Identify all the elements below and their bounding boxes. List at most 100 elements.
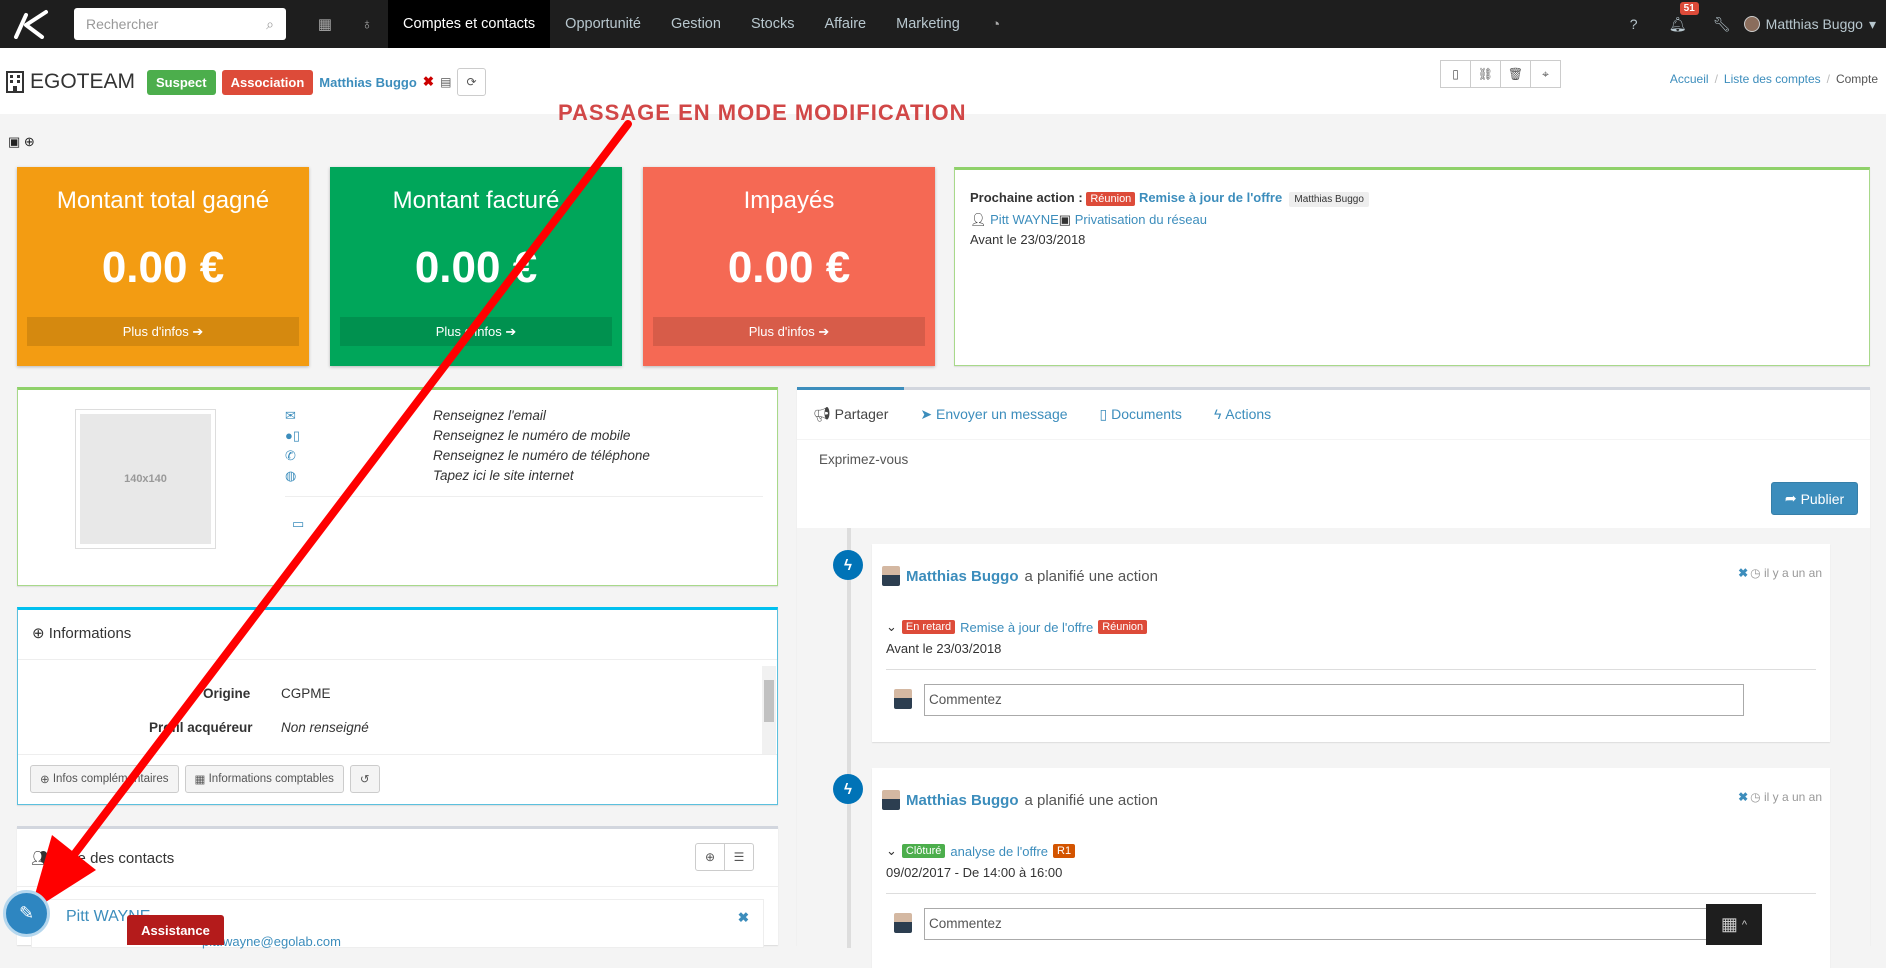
nav-affaire[interactable]: Affaire xyxy=(809,0,881,48)
email-field[interactable]: Renseignez l'email xyxy=(433,408,546,423)
assistance-button[interactable]: Assistance xyxy=(127,915,224,945)
tab-documents[interactable]: ▯ Documents xyxy=(1084,390,1198,438)
link-icon[interactable]: ⛓ xyxy=(1470,60,1501,88)
nav-opportunite[interactable]: Opportunité xyxy=(550,0,656,48)
more-info-link[interactable]: Plus d'infos ➔ xyxy=(653,317,925,346)
share-input[interactable]: Exprimez-vous xyxy=(819,452,908,467)
comment-input[interactable]: Commentez xyxy=(924,908,1744,940)
more-info-link[interactable]: Plus d'infos ➔ xyxy=(27,317,299,346)
tab-partager[interactable]: 📢︎ Partager xyxy=(797,387,905,438)
list-view-button[interactable]: ☰ xyxy=(724,843,754,871)
nav-marketing[interactable]: Marketing xyxy=(881,0,975,48)
info-value[interactable]: Non renseigné xyxy=(281,720,369,735)
envelope-icon: ✉ xyxy=(285,408,296,423)
author-link[interactable]: Matthias Buggo xyxy=(906,792,1019,809)
app-logo[interactable] xyxy=(0,0,62,48)
chevron-down-icon[interactable]: ⌄ xyxy=(886,619,897,635)
address-card-icon[interactable]: ▭ xyxy=(292,516,304,532)
calendar-icon[interactable]: ▦ xyxy=(304,0,346,48)
breadcrumb-list[interactable]: Liste des comptes xyxy=(1724,72,1821,86)
next-action-link[interactable]: Remise à jour de l'offre xyxy=(1139,190,1282,205)
avatar xyxy=(1743,16,1760,32)
mobile-field[interactable]: Renseignez le numéro de mobile xyxy=(433,428,630,443)
owner-tag: Matthias Buggo xyxy=(1289,192,1369,207)
clock-icon: ◷ xyxy=(1750,566,1761,580)
info-value[interactable]: CGPME xyxy=(281,686,331,701)
timeline: ϟ Matthias Buggo a planifié une action ✖ ◷… xyxy=(797,528,1870,968)
phone-field[interactable]: Renseignez le numéro de téléphone xyxy=(433,448,650,463)
history-button[interactable]: ↺ xyxy=(349,765,380,793)
add-contact-button[interactable]: ⊕ xyxy=(695,843,725,871)
remove-owner-icon[interactable]: ✖ xyxy=(423,74,434,90)
comment-input[interactable]: Commentez xyxy=(924,684,1744,716)
chevron-down-icon[interactable]: ⌄ xyxy=(886,843,897,859)
search-input[interactable]: Rechercher ⌕ xyxy=(74,8,286,40)
timeline-item: Matthias Buggo a planifié une action ✖ ◷ i… xyxy=(872,544,1830,742)
delete-icon[interactable]: ✖ xyxy=(1738,790,1748,804)
calendar-widget-button[interactable]: ▦ ^ xyxy=(1706,904,1762,945)
bolt-icon: ϟ xyxy=(833,774,863,804)
author-link[interactable]: Matthias Buggo xyxy=(906,568,1019,585)
nav-stocks[interactable]: Stocks xyxy=(736,0,810,48)
tile-value: 0.00 € xyxy=(414,243,538,292)
nav-gestion[interactable]: Gestion xyxy=(656,0,736,48)
map-marker-icon[interactable]: ⌖ xyxy=(1530,60,1561,88)
type-label[interactable]: Association xyxy=(221,69,314,95)
clock-icon: ◷ xyxy=(1750,790,1761,804)
avatar xyxy=(894,689,912,709)
top-navbar: Rechercher ⌕ ▦ ♁ Comptes et contacts Opp… xyxy=(0,0,1886,48)
breadcrumb: Accueil / Liste des comptes / Compte xyxy=(1669,72,1878,86)
archive-icon[interactable]: ▤ xyxy=(440,75,451,89)
accounting-info-button[interactable]: ▦ Informations comptables xyxy=(184,765,344,793)
refresh-button[interactable]: ⟳ xyxy=(457,68,486,96)
action-link[interactable]: analyse de l'offre xyxy=(950,844,1048,859)
bolt-icon: ϟ xyxy=(833,550,863,580)
dashboard-icon[interactable]: ◔ xyxy=(975,0,1017,48)
pdf-icon[interactable]: ▯ xyxy=(1440,60,1471,88)
delete-icon[interactable]: ✖ xyxy=(1738,566,1748,580)
archive-box-icon[interactable]: ▣ xyxy=(8,134,20,149)
plus-circle-icon[interactable]: ⊕ xyxy=(24,134,35,149)
wrench-icon[interactable]: 🔧︎ xyxy=(1700,16,1744,33)
bell-icon[interactable]: 🔔︎ 51 xyxy=(1656,1,1700,33)
contacts-list-header: 👥︎ Liste des contacts xyxy=(17,829,778,887)
edit-mode-button[interactable]: ✎ xyxy=(3,890,50,937)
status-tag: En retard xyxy=(901,620,956,634)
phone-icon: ✆ xyxy=(285,448,296,463)
building-icon xyxy=(6,71,24,93)
account-photo[interactable]: 140x140 xyxy=(75,409,216,549)
publish-button[interactable]: ➦ Publier xyxy=(1771,482,1858,515)
remove-contact-icon[interactable]: ✖ xyxy=(738,910,749,926)
search-icon[interactable]: ⌕ xyxy=(266,16,274,33)
user-menu[interactable]: Matthias Buggo ▾ xyxy=(1743,16,1886,33)
next-action-label: Prochaine action : xyxy=(970,190,1083,205)
project-link[interactable]: Privatisation du réseau xyxy=(1075,212,1207,227)
timeline-item: Matthias Buggo a planifié une action ✖ ◷ i… xyxy=(872,768,1830,968)
extra-info-button[interactable]: ⊕ Infos complémentaires xyxy=(30,765,179,793)
tile-invoiced: Montant facturé 0.00 € Plus d'infos ➔ xyxy=(330,167,622,366)
chevron-up-icon: ^ xyxy=(1741,918,1748,931)
trash-icon[interactable]: 🗑︎ xyxy=(1500,60,1531,88)
website-field[interactable]: Tapez ici le site internet xyxy=(433,468,574,483)
breadcrumb-home[interactable]: Accueil xyxy=(1670,72,1709,86)
tab-actions[interactable]: ϟ Actions xyxy=(1198,390,1287,438)
tile-unpaid: Impayés 0.00 € Plus d'infos ➔ xyxy=(643,167,935,366)
owner-link[interactable]: Matthias Buggo xyxy=(319,75,417,90)
nav-comptes-contacts[interactable]: Comptes et contacts xyxy=(388,0,551,48)
more-info-link[interactable]: Plus d'infos ➔ xyxy=(340,317,612,346)
status-label[interactable]: Suspect xyxy=(147,69,216,95)
help-icon[interactable]: ? xyxy=(1612,16,1656,32)
tile-title: Impayés xyxy=(743,187,835,214)
annotation-text: PASSAGE EN MODE MODIFICATION xyxy=(558,100,967,125)
breadcrumb-current: Compte xyxy=(1835,72,1878,86)
next-action-box: Prochaine action : Réunion Remise à jour… xyxy=(954,167,1870,366)
informations-header[interactable]: ⊕ Informations xyxy=(18,610,777,660)
scrollbar[interactable] xyxy=(762,666,776,754)
tab-envoyer-message[interactable]: ➤ Envoyer un message xyxy=(904,390,1083,438)
action-date: 09/02/2017 - De 14:00 à 16:00 xyxy=(886,865,1063,880)
type-tag: Réunion xyxy=(1098,620,1148,634)
contact-link[interactable]: Pitt WAYNE xyxy=(990,212,1059,227)
lightbulb-icon[interactable]: ♁ xyxy=(346,0,388,48)
action-link[interactable]: Remise à jour de l'offre xyxy=(960,620,1093,635)
mobile-icon: ●▯ xyxy=(285,428,301,443)
